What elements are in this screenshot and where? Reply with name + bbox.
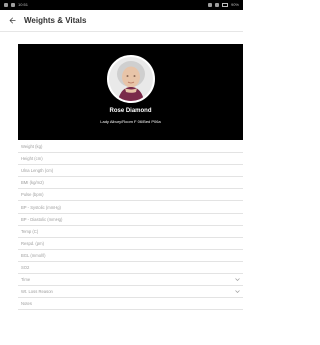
dropdown-field[interactable]: Wt. Loss Reason bbox=[18, 286, 243, 299]
patient-avatar bbox=[107, 55, 155, 103]
patient-header: Rose Diamond Lady Albury/Room F 06/Bed P… bbox=[18, 44, 243, 140]
chevron-down-icon[interactable] bbox=[234, 277, 240, 283]
field-label: Time bbox=[21, 277, 31, 283]
field-label: Notes bbox=[21, 301, 32, 307]
arrow-left-icon[interactable] bbox=[2, 11, 22, 31]
field-label: Pulse (bpm) bbox=[21, 192, 44, 198]
input-field[interactable]: Ulna Length (cm) bbox=[18, 165, 243, 178]
dropdown-field[interactable]: Time bbox=[18, 274, 243, 287]
patient-name: Rose Diamond bbox=[109, 108, 152, 114]
input-field[interactable]: SO2 bbox=[18, 262, 243, 275]
input-field[interactable]: BMI (kg/m2) bbox=[18, 177, 243, 190]
input-field[interactable]: BP - Diastolic (mmHg) bbox=[18, 214, 243, 226]
field-label: BP - Diastolic (mmHg) bbox=[21, 216, 63, 222]
field-label: BGL (mmol/l) bbox=[21, 252, 46, 258]
field-label: Ulna Length (cm) bbox=[21, 168, 54, 174]
input-field[interactable]: Notes bbox=[18, 298, 243, 311]
input-field[interactable]: Pulse (bpm) bbox=[18, 189, 243, 202]
field-label: BP - Systolic (mmHg) bbox=[21, 204, 61, 210]
wifi-icon bbox=[207, 3, 212, 7]
field-label: Respd. (pm) bbox=[21, 240, 45, 246]
battery-level: 90% bbox=[230, 2, 239, 7]
status-bar: 10:51 90% bbox=[0, 0, 243, 10]
input-field[interactable]: Weight (kg) bbox=[18, 141, 243, 154]
field-label: Wt. Loss Reason bbox=[21, 289, 53, 295]
signal-icon bbox=[214, 3, 219, 7]
status-bar-left: 10:51 bbox=[4, 3, 28, 7]
field-label: Temp (C) bbox=[21, 228, 39, 234]
app-bar: Weights & Vitals bbox=[0, 10, 243, 32]
input-field[interactable]: BP - Systolic (mmHg) bbox=[18, 201, 243, 214]
page-title: Weights & Vitals bbox=[24, 16, 87, 25]
status-time: 10:51 bbox=[18, 2, 29, 7]
field-label: BMI (kg/m2) bbox=[21, 180, 44, 186]
status-bar-right: 90% bbox=[207, 2, 239, 7]
chevron-down-icon[interactable] bbox=[234, 289, 240, 295]
patient-location: Lady Albury/Room F 06/Bed P06a bbox=[100, 119, 161, 124]
input-field[interactable]: Height (cm) bbox=[18, 153, 243, 166]
vitals-form: Weight (kg) Height (cm) Ulna Length (cm) BM… bbox=[18, 141, 243, 311]
notification-icon bbox=[4, 3, 8, 7]
field-label: Height (cm) bbox=[21, 156, 43, 162]
field-label: SO2 bbox=[21, 264, 30, 270]
input-field[interactable]: Temp (C) bbox=[18, 226, 243, 238]
battery-icon bbox=[221, 3, 228, 7]
input-field[interactable]: Respd. (pm) bbox=[18, 238, 243, 250]
notification-icon bbox=[11, 3, 15, 7]
field-label: Weight (kg) bbox=[21, 144, 43, 150]
input-field[interactable]: BGL (mmol/l) bbox=[18, 250, 243, 262]
